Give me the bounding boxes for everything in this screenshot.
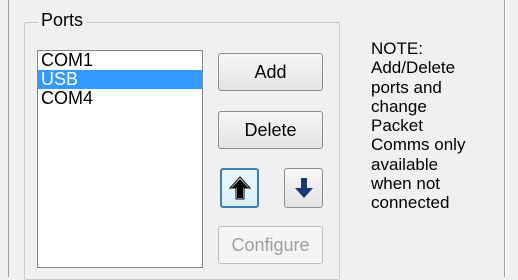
list-item-com4[interactable]: COM4 — [38, 89, 202, 108]
move-up-button[interactable] — [220, 168, 259, 208]
ports-listbox[interactable]: COM1 USB COM4 — [37, 50, 203, 268]
ports-group-title: Ports — [38, 10, 87, 30]
right-divider-highlight — [505, 0, 506, 277]
list-item-usb[interactable]: USB — [38, 70, 202, 89]
list-item-com1[interactable]: COM1 — [38, 51, 202, 70]
add-button[interactable]: Add — [218, 53, 323, 91]
arrow-down-icon — [294, 178, 313, 198]
delete-button[interactable]: Delete — [218, 111, 323, 149]
arrow-up-icon — [228, 176, 251, 200]
configure-button[interactable]: Configure — [218, 226, 323, 264]
note-text: NOTE: Add/Delete ports and change Packet… — [371, 39, 466, 213]
move-down-button[interactable] — [284, 168, 323, 208]
